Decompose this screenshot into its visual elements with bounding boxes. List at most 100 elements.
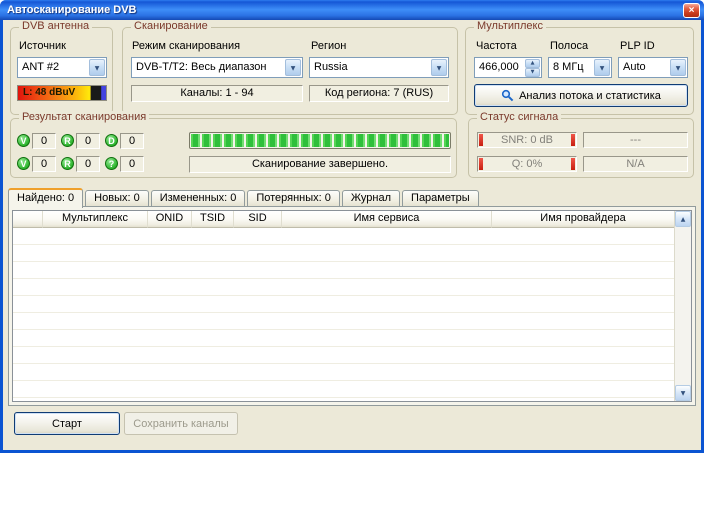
dropdown-button[interactable]: ▼ bbox=[431, 59, 447, 76]
start-button-label: Старт bbox=[52, 418, 82, 430]
snr-label: SNR: 0 dB bbox=[478, 133, 576, 148]
tab-new[interactable]: Новых: 0 bbox=[85, 190, 149, 207]
analyze-stream-button[interactable]: Анализ потока и статистика bbox=[474, 84, 688, 107]
title-bar[interactable]: Автосканирование DVB × bbox=[0, 0, 704, 20]
antenna-source-select[interactable]: ANT #2 ▼ bbox=[17, 57, 107, 78]
table-header-provider-name[interactable]: Имя провайдера bbox=[492, 211, 674, 228]
search-icon bbox=[501, 89, 514, 102]
tab-found[interactable]: Найдено: 0 bbox=[8, 188, 83, 208]
table-header-tsid[interactable]: TSID bbox=[192, 211, 234, 228]
frequency-input[interactable]: 466,000 ▲ ▼ bbox=[474, 57, 542, 78]
tab-label: Новых: 0 bbox=[94, 192, 140, 204]
meter-red-mark bbox=[571, 158, 575, 170]
desktop: Автосканирование DVB × DVB антенна Источ… bbox=[0, 0, 704, 512]
table-header-multiplex[interactable]: Мультиплекс bbox=[43, 211, 148, 228]
caret-up-icon: ▲ bbox=[681, 216, 686, 223]
table-header-service-name[interactable]: Имя сервиса bbox=[282, 211, 492, 228]
counter-box: 0 bbox=[76, 156, 100, 172]
counter-box: 0 bbox=[32, 133, 56, 149]
vertical-scrollbar[interactable]: ▲ ▼ bbox=[674, 211, 691, 401]
snr-meter: SNR: 0 dB bbox=[477, 132, 577, 148]
tab-parameters[interactable]: Параметры bbox=[402, 190, 479, 207]
table-header-sid[interactable]: SID bbox=[234, 211, 282, 228]
counter-value: 0 bbox=[77, 134, 99, 148]
counter-unknown-icon: ? bbox=[105, 157, 118, 170]
chevron-down-icon: ▼ bbox=[291, 65, 296, 72]
source-label: Источник bbox=[19, 40, 66, 52]
region-select[interactable]: Russia ▼ bbox=[309, 57, 449, 78]
counter-value: 0 bbox=[33, 157, 55, 171]
tab-label: Потерянных: 0 bbox=[256, 192, 331, 204]
bandwidth-select[interactable]: 8 МГц ▼ bbox=[548, 57, 612, 78]
scroll-down-button[interactable]: ▼ bbox=[675, 385, 691, 401]
counter-value: 0 bbox=[121, 134, 143, 148]
group-multiplex: Мультиплекс Частота Полоса PLP ID 466,00… bbox=[465, 27, 694, 115]
counter-box: 0 bbox=[120, 133, 144, 149]
dropdown-button[interactable]: ▼ bbox=[670, 59, 686, 76]
scan-mode-label: Режим сканирования bbox=[132, 40, 240, 52]
quality-meter: Q: 0% bbox=[477, 156, 577, 172]
tab-changed[interactable]: Измененных: 0 bbox=[151, 190, 246, 207]
group-title: DVB антенна bbox=[19, 20, 92, 32]
app-window: Автосканирование DVB × DVB антенна Источ… bbox=[0, 0, 704, 453]
counter-value: 0 bbox=[121, 157, 143, 171]
group-title: Сканирование bbox=[131, 20, 211, 32]
tab-lost[interactable]: Потерянных: 0 bbox=[247, 190, 340, 207]
tab-label: Измененных: 0 bbox=[160, 192, 237, 204]
group-scanning: Сканирование Режим сканирования DVB-T/T2… bbox=[122, 27, 458, 115]
scan-status-panel: Сканирование завершено. bbox=[189, 156, 451, 173]
quality-label: Q: 0% bbox=[478, 157, 576, 172]
snr-value-panel: --- bbox=[583, 132, 688, 148]
counter-d-icon: D bbox=[105, 134, 118, 147]
analyze-stream-label: Анализ потока и статистика bbox=[519, 90, 661, 102]
channels-table: Мультиплекс ONID TSID SID Имя сервиса Им… bbox=[12, 210, 692, 402]
channels-info-text: Каналы: 1 - 94 bbox=[132, 86, 302, 101]
counter-value: 0 bbox=[77, 157, 99, 171]
region-code-text: Код региона: 7 (RUS) bbox=[310, 86, 448, 101]
bandwidth-label: Полоса bbox=[550, 40, 588, 52]
caret-up-icon: ▲ bbox=[526, 60, 539, 67]
chevron-down-icon: ▼ bbox=[600, 65, 605, 72]
caret-down-icon: ▼ bbox=[681, 390, 686, 397]
progress-fill bbox=[191, 134, 449, 147]
table-body bbox=[13, 228, 674, 401]
signal-level-text: L: 48 dBuV bbox=[23, 86, 75, 100]
counter-box: 0 bbox=[120, 156, 144, 172]
table-header-cell[interactable] bbox=[13, 211, 43, 228]
counter-v-icon: V bbox=[17, 134, 30, 147]
meter-red-mark bbox=[479, 134, 483, 146]
start-button[interactable]: Старт bbox=[14, 412, 120, 435]
counter-v2-icon: V bbox=[17, 157, 30, 170]
tab-label: Журнал bbox=[351, 192, 391, 204]
region-value: Russia bbox=[314, 58, 430, 77]
counter-box: 0 bbox=[76, 133, 100, 149]
close-button[interactable]: × bbox=[683, 3, 700, 18]
plp-id-select[interactable]: Auto ▼ bbox=[618, 57, 688, 78]
antenna-source-value: ANT #2 bbox=[22, 58, 88, 77]
tab-label: Найдено: 0 bbox=[17, 192, 74, 204]
dropdown-button[interactable]: ▼ bbox=[89, 59, 105, 76]
scan-progress-bar bbox=[189, 132, 451, 149]
quality-value-panel: N/A bbox=[583, 156, 688, 172]
meter-red-mark bbox=[479, 158, 483, 170]
tab-label: Параметры bbox=[411, 192, 470, 204]
scan-mode-select[interactable]: DVB-T/T2: Весь диапазон ▼ bbox=[131, 57, 303, 78]
scan-mode-value: DVB-T/T2: Весь диапазон bbox=[136, 58, 284, 77]
caret-down-icon: ▼ bbox=[526, 69, 539, 76]
table-header-onid[interactable]: ONID bbox=[148, 211, 192, 228]
counter-r2-icon: R bbox=[61, 157, 74, 170]
scroll-up-button[interactable]: ▲ bbox=[675, 211, 691, 227]
save-channels-button[interactable]: Сохранить каналы bbox=[124, 412, 238, 435]
tab-log[interactable]: Журнал bbox=[342, 190, 400, 207]
tab-strip: Найдено: 0 Новых: 0 Измененных: 0 Потеря… bbox=[8, 187, 481, 207]
save-channels-label: Сохранить каналы bbox=[133, 418, 228, 430]
frequency-label: Частота bbox=[476, 40, 517, 52]
spin-down-button[interactable]: ▼ bbox=[525, 68, 540, 77]
dropdown-button[interactable]: ▼ bbox=[594, 59, 610, 76]
chevron-down-icon: ▼ bbox=[676, 65, 681, 72]
signal-level-meter: L: 48 dBuV bbox=[17, 85, 107, 101]
spin-up-button[interactable]: ▲ bbox=[525, 59, 540, 68]
scan-status-text: Сканирование завершено. bbox=[190, 157, 450, 172]
counter-r-icon: R bbox=[61, 134, 74, 147]
dropdown-button[interactable]: ▼ bbox=[285, 59, 301, 76]
